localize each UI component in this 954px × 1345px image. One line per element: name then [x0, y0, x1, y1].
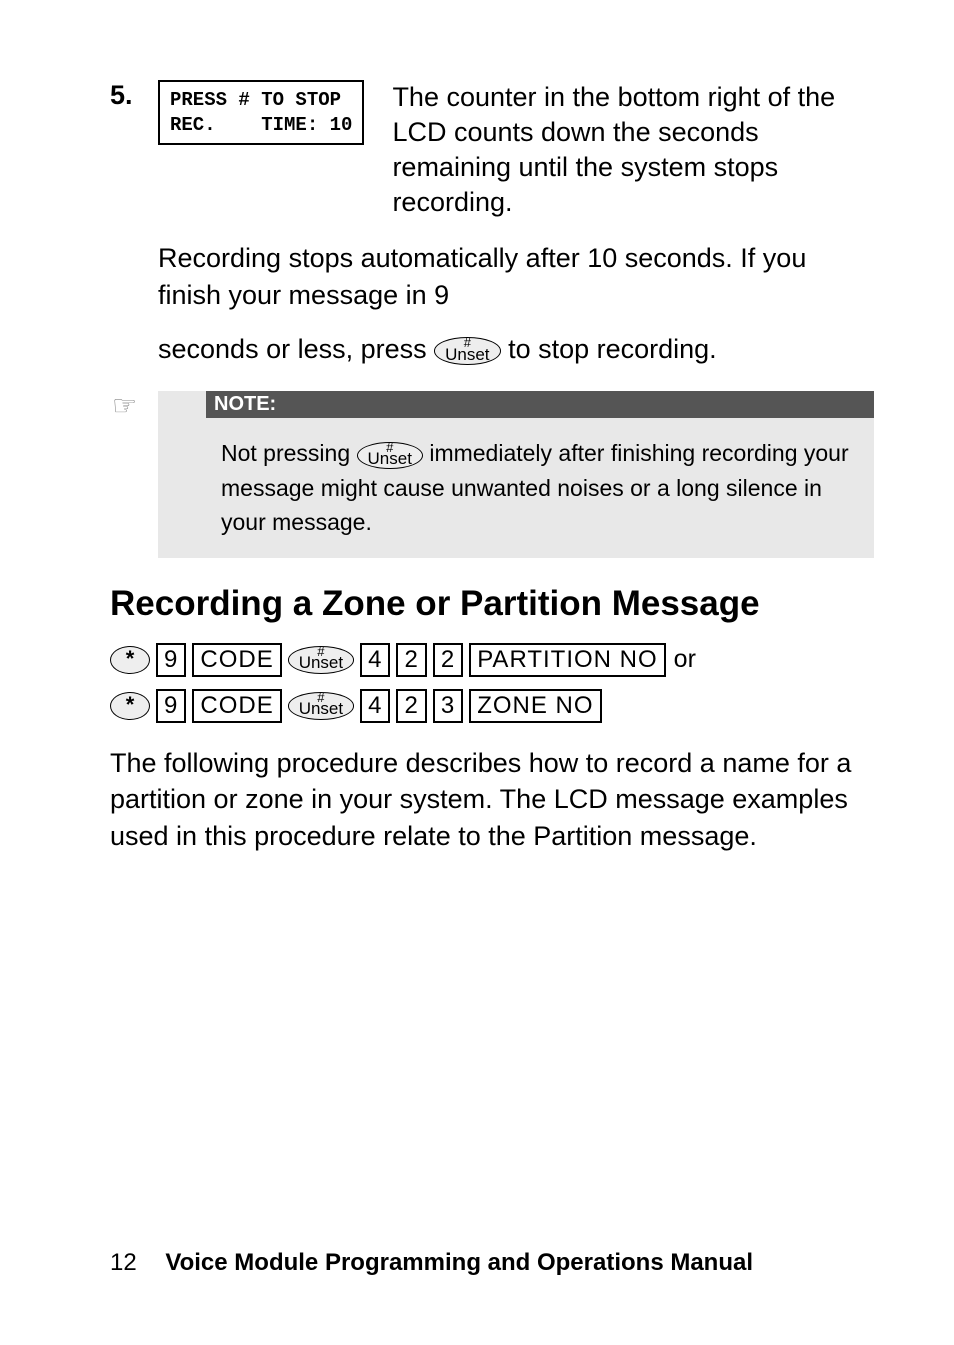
- star-key-icon: *: [110, 692, 150, 720]
- note-block: ☞ NOTE: Not pressing # Unset immediately…: [158, 391, 874, 558]
- note-header: NOTE:: [206, 391, 874, 418]
- lcd-display: PRESS # TO STOP REC. TIME: 10: [158, 80, 364, 145]
- page-footer: 12 Voice Module Programming and Operatio…: [110, 1249, 874, 1277]
- key-4: 4: [360, 643, 390, 677]
- unset-key-icon: # Unset: [357, 442, 423, 470]
- paragraph-1: Recording stops automatically after 10 s…: [158, 240, 874, 313]
- key-sequence-partition: * 9 CODE # Unset 4 2 2 PARTITION NO or: [110, 643, 874, 677]
- footer-title: Voice Module Programming and Operations …: [165, 1249, 753, 1276]
- key-9: 9: [156, 643, 186, 677]
- lcd-line-1: PRESS # TO STOP: [170, 89, 341, 111]
- unset-key-icon: # Unset: [434, 337, 500, 365]
- lcd-line-2: REC. TIME: 10: [170, 114, 352, 136]
- key-9: 9: [156, 689, 186, 723]
- unset-key-icon: # Unset: [288, 692, 354, 720]
- note-hand-icon: ☞: [112, 389, 137, 422]
- or-text: or: [672, 645, 696, 674]
- star-key-icon: *: [110, 646, 150, 674]
- key-zone-no: ZONE NO: [469, 689, 601, 723]
- key-partition-no: PARTITION NO: [469, 643, 665, 677]
- note-body-a: Not pressing: [221, 440, 357, 466]
- unset-key-label: Unset: [445, 347, 489, 362]
- key-4: 4: [360, 689, 390, 723]
- section-heading: Recording a Zone or Partition Message: [110, 583, 874, 625]
- paragraph-2b: to stop recording.: [508, 334, 717, 364]
- unset-key-icon: # Unset: [288, 646, 354, 674]
- page-content: 5. PRESS # TO STOP REC. TIME: 10 The cou…: [0, 0, 954, 909]
- paragraph-2a: seconds or less, press: [158, 334, 434, 364]
- key-code: CODE: [192, 689, 281, 723]
- step-5-row: 5. PRESS # TO STOP REC. TIME: 10 The cou…: [110, 80, 874, 220]
- procedure-paragraph: The following procedure describes how to…: [110, 745, 874, 854]
- key-2: 2: [396, 689, 426, 723]
- key-code: CODE: [192, 643, 281, 677]
- page-number: 12: [110, 1249, 137, 1276]
- note-body: Not pressing # Unset immediately after f…: [206, 418, 874, 558]
- paragraph-2: seconds or less, press # Unset to stop r…: [158, 328, 874, 371]
- key-sequence-zone: * 9 CODE # Unset 4 2 3 ZONE NO: [110, 689, 874, 723]
- unset-key-label: Unset: [368, 451, 412, 466]
- unset-key-label: Unset: [299, 655, 343, 670]
- step-number: 5.: [110, 80, 158, 111]
- unset-key-label: Unset: [299, 701, 343, 716]
- key-2: 2: [433, 643, 463, 677]
- key-3: 3: [433, 689, 463, 723]
- key-2: 2: [396, 643, 426, 677]
- step-description: The counter in the bottom right of the L…: [392, 80, 874, 220]
